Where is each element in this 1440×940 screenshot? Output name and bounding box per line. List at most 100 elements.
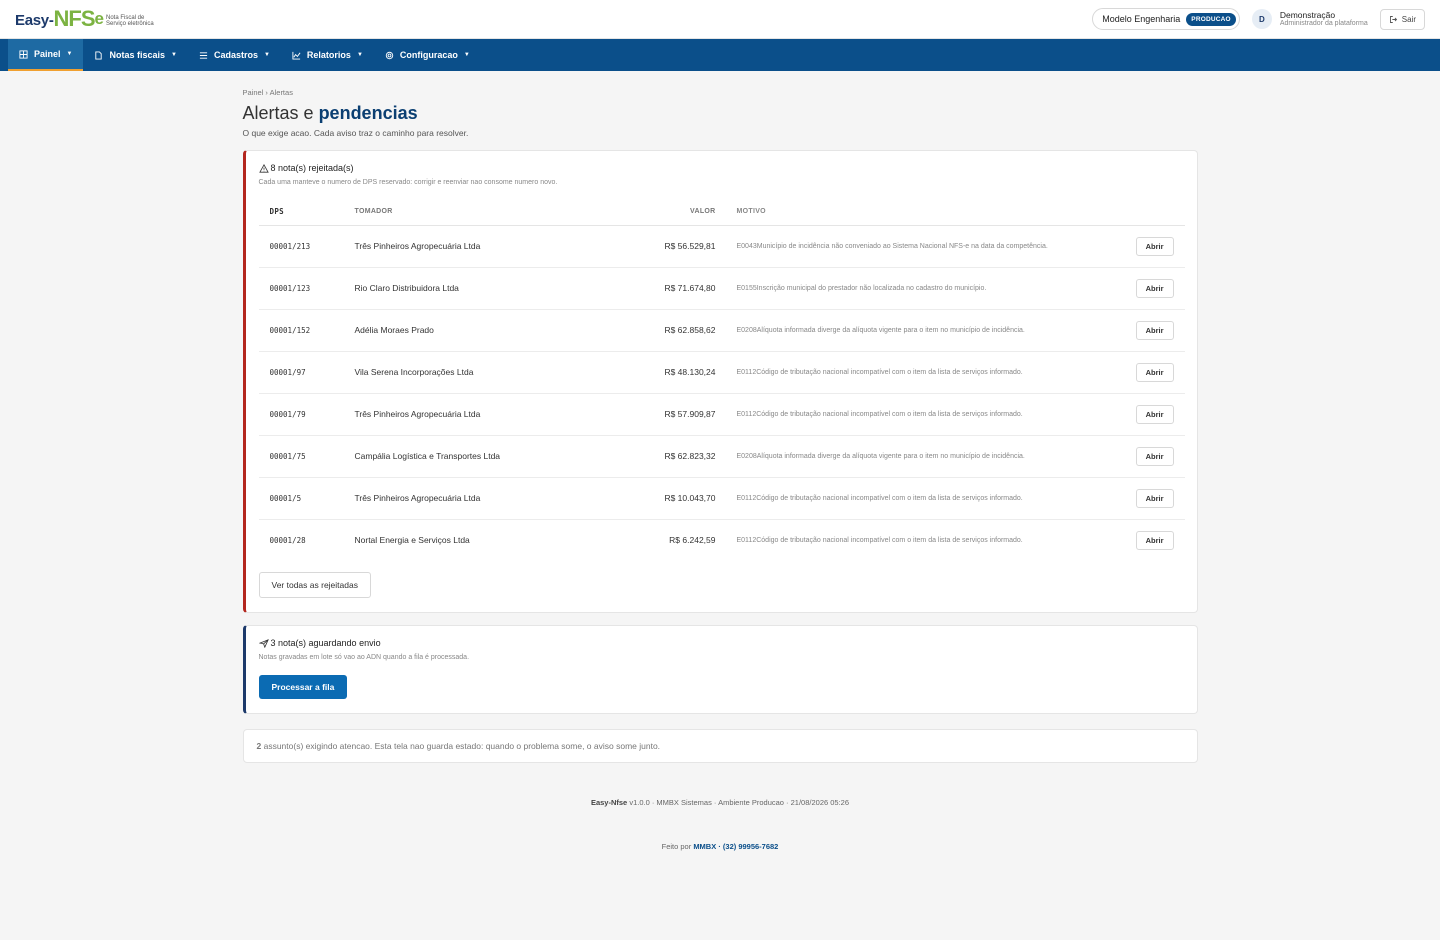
waiting-notes-card: 3 nota(s) aguardando envio Notas gravada… <box>242 625 1198 714</box>
cell-motivo: E0208Alíquota informada diverge da alíqu… <box>716 309 1125 352</box>
open-button[interactable]: Abrir <box>1135 530 1174 550</box>
nav-painel[interactable]: Painel ▼ <box>8 39 84 71</box>
cell-valor: R$ 62.823,32 <box>574 435 717 478</box>
col-tomador: TOMADOR <box>354 199 575 226</box>
logout-button[interactable]: Sair <box>1379 8 1425 30</box>
process-queue-button[interactable]: Processar a fila <box>258 675 348 699</box>
col-motivo: MOTIVO <box>716 199 1125 226</box>
table-row: 00001/97 Vila Serena Incorporações Ltda … <box>258 351 1185 394</box>
open-button[interactable]: Abrir <box>1135 362 1174 382</box>
cell-tomador: Vila Serena Incorporações Ltda <box>354 351 575 394</box>
cell-motivo: E0112Código de tributação nacional incom… <box>736 536 1023 544</box>
cell-motivo: E0112Código de tributação nacional incom… <box>716 393 1125 436</box>
nav-label: Cadastros <box>213 50 258 60</box>
company-selector[interactable]: Modelo Engenharia PRODUCAO <box>1092 8 1240 30</box>
cell-valor: R$ 10.043,70 <box>574 477 717 520</box>
footer-app: Easy-Nfse <box>590 798 628 807</box>
rejected-description: Cada uma manteve o numero de DPS reserva… <box>258 179 558 186</box>
list-icon <box>199 51 208 59</box>
cell-valor: R$ 56.529,81 <box>574 225 717 268</box>
main-nav: Painel ▼ Notas fiscais ▼ Cadastros ▼ Rel… <box>0 39 1440 71</box>
table-row: 00001/28 Nortal Energia e Serviços Ltda … <box>259 519 1185 561</box>
table-row: 00001/152 Adélia Moraes Prado R$ 62.858,… <box>258 309 1185 352</box>
open-button[interactable]: Abrir <box>1135 278 1174 298</box>
cell-valor: R$ 6.242,59 <box>669 535 716 546</box>
table-row: 00001/79 Três Pinheiros Agropecuária Ltd… <box>258 393 1185 436</box>
footer-made-by: Feito por <box>661 842 694 851</box>
col-valor: VALOR <box>574 199 717 226</box>
nav-cadastros[interactable]: Cadastros ▼ <box>188 39 281 71</box>
waiting-description: Notas gravadas em lote só vao ao ADN qua… <box>258 654 470 661</box>
user-menu[interactable]: D Demonstração Administrador da platafor… <box>1251 9 1368 29</box>
alerts-summary: 2 assunto(s) exigindo atencao. Esta tela… <box>242 729 1198 763</box>
environment-badge: PRODUCAO <box>1186 12 1236 26</box>
cell-motivo: E0043Município de incidência não conveni… <box>716 225 1125 268</box>
chevron-down-icon: ▼ <box>356 52 363 58</box>
cell-tomador: Três Pinheiros Agropecuária Ltda <box>354 393 575 436</box>
nav-relatorios[interactable]: Relatorios ▼ <box>281 39 374 71</box>
open-button[interactable]: Abrir <box>1135 488 1174 508</box>
nav-label: Relatorios <box>306 50 351 60</box>
waiting-title: 3 nota(s) aguardando envio <box>258 638 1185 648</box>
table-row: 00001/75 Campália Logística e Transporte… <box>258 435 1185 478</box>
document-icon <box>95 50 103 60</box>
footer-info: v1.0.0 · MMBX Sistemas · Ambiente Produc… <box>627 798 850 807</box>
nav-label: Painel <box>34 49 61 59</box>
cell-tomador: Rio Claro Distribuidora Ltda <box>354 267 575 310</box>
nav-notas-fiscais[interactable]: Notas fiscais ▼ <box>83 39 187 71</box>
table-row: 00001/213 Três Pinheiros Agropecuária Lt… <box>258 225 1185 268</box>
cell-dps: 00001/5 <box>258 477 355 520</box>
chevron-down-icon: ▼ <box>463 52 470 58</box>
col-dps: DPS <box>258 199 355 226</box>
open-button[interactable]: Abrir <box>1135 404 1174 424</box>
brand-e: e <box>94 9 104 28</box>
nav-label: Configuracao <box>399 50 458 60</box>
open-button[interactable]: Abrir <box>1135 236 1174 256</box>
cell-tomador: Campália Logística e Transportes Ltda <box>354 435 575 478</box>
page-title-light: Alertas e <box>242 103 314 123</box>
cell-dps: 00001/79 <box>258 393 355 436</box>
footer-version: Easy-Nfse v1.0.0 · MMBX Sistemas · Ambie… <box>243 798 1198 807</box>
table-row: 00001/5 Três Pinheiros Agropecuária Ltda… <box>258 477 1185 520</box>
footer-company-link[interactable]: MMBX <box>693 842 716 851</box>
summary-text: assunto(s) exigindo atencao. Esta tela n… <box>261 741 661 751</box>
nav-configuracao[interactable]: Configuracao ▼ <box>374 39 481 71</box>
brand-easy: Easy- <box>15 12 54 29</box>
chart-icon <box>292 51 301 60</box>
cell-dps: 00001/75 <box>258 435 355 478</box>
col-actions <box>1124 199 1185 226</box>
open-button[interactable]: Abrir <box>1135 446 1174 466</box>
chevron-down-icon: ▼ <box>66 51 73 57</box>
page-subtitle: O que exige acao. Cada aviso traz o cami… <box>242 128 469 138</box>
cell-dps: 00001/97 <box>258 351 355 394</box>
cell-dps: 00001/213 <box>258 225 355 268</box>
footer-phone[interactable]: · (32) 99956-7682 <box>716 842 778 851</box>
send-icon <box>258 638 269 648</box>
cell-valor: R$ 62.858,62 <box>574 309 717 352</box>
cell-tomador: Três Pinheiros Agropecuária Ltda <box>354 225 575 268</box>
brand-logo[interactable]: Easy- NFS e Nota Fiscal de Serviço eletr… <box>15 8 166 30</box>
cell-motivo: E0208Alíquota informada diverge da alíqu… <box>716 435 1125 478</box>
cell-dps: 00001/152 <box>258 309 355 352</box>
cell-valor: R$ 48.130,24 <box>574 351 717 394</box>
main-content: Painel › Alertas Alertas e pendencias O … <box>242 71 1198 851</box>
breadcrumb: Painel › Alertas <box>242 88 293 97</box>
user-name: Demonstração <box>1279 9 1336 20</box>
view-all-rejected-button[interactable]: Ver todas as rejeitadas <box>258 572 371 598</box>
cell-valor: R$ 57.909,87 <box>574 393 717 436</box>
cell-tomador: Três Pinheiros Agropecuária Ltda <box>354 477 575 520</box>
nav-label: Notas fiscais <box>109 50 165 60</box>
logout-icon <box>1389 15 1397 23</box>
cell-dps: 00001/28 <box>269 535 306 545</box>
page-title-bold: pendencias <box>318 103 418 123</box>
table-row: 00001/123 Rio Claro Distribuidora Ltda R… <box>258 267 1185 310</box>
rejected-table: DPS TOMADOR VALOR MOTIVO 00001/213 Três … <box>258 199 1185 561</box>
rejected-notes-card: 8 nota(s) rejeitada(s) Cada uma manteve … <box>242 150 1198 613</box>
dashboard-icon <box>19 49 28 59</box>
cell-motivo: E0155Inscrição municipal do prestador nã… <box>716 267 1125 310</box>
page-title: Alertas e pendencias <box>243 103 1198 124</box>
open-button[interactable]: Abrir <box>1135 320 1174 340</box>
chevron-down-icon: ▼ <box>171 52 177 58</box>
brand-tagline: Nota Fiscal de Serviço eletrônica <box>106 15 154 27</box>
cell-valor: R$ 71.674,80 <box>574 267 717 310</box>
